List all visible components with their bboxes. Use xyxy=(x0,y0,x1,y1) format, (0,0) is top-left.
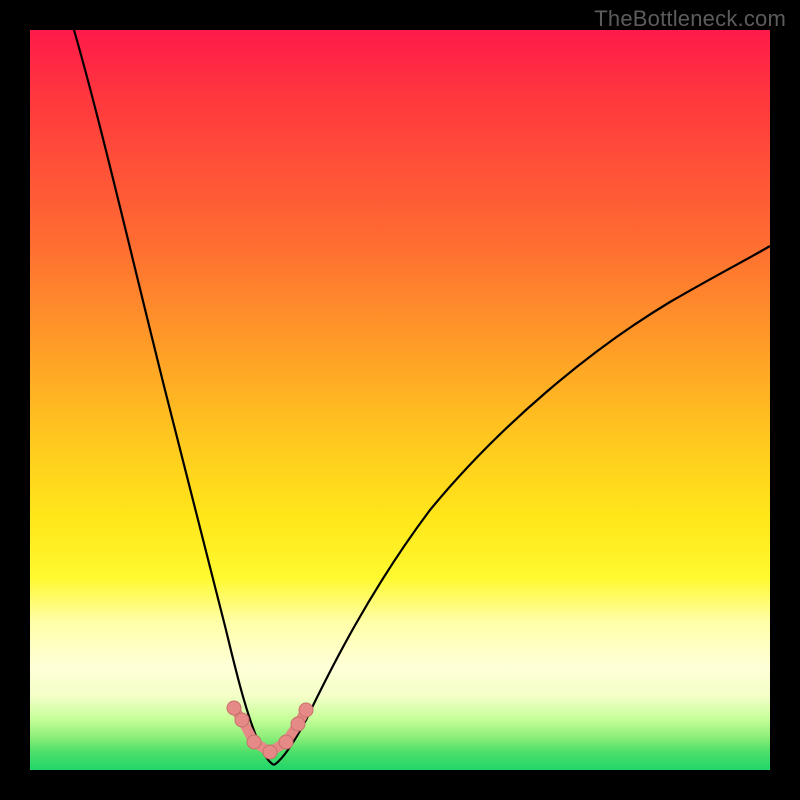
watermark-text: TheBottleneck.com xyxy=(594,6,786,32)
plot-area xyxy=(30,30,770,770)
chart-frame: TheBottleneck.com xyxy=(0,0,800,800)
valley-markers xyxy=(227,701,313,759)
right-branch-curve xyxy=(274,246,770,765)
left-branch-curve xyxy=(74,30,274,765)
curve-layer xyxy=(30,30,770,770)
